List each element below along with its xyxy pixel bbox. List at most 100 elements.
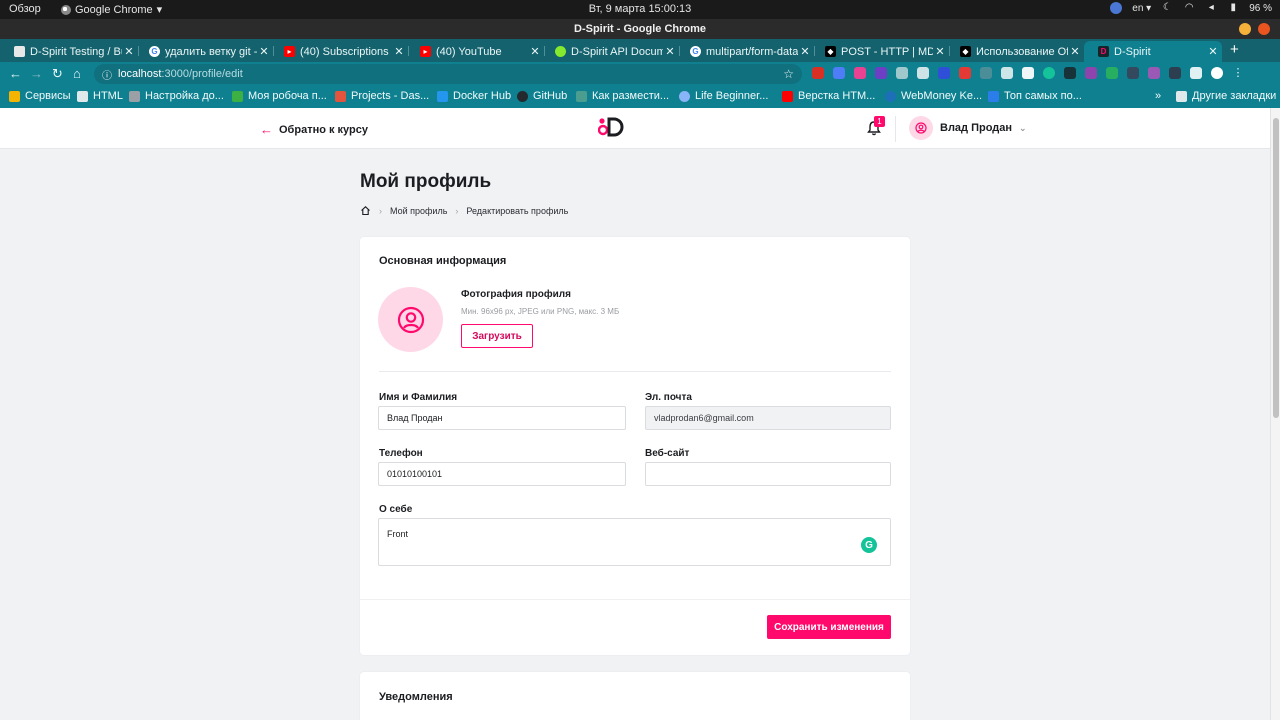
- user-menu[interactable]: Влад Продан ⌄: [909, 116, 1027, 140]
- browser-tab[interactable]: D-Spirit API Docume ✕: [541, 41, 679, 62]
- bookmark-item[interactable]: Верстка HTM...: [782, 90, 875, 102]
- bookmark-item[interactable]: WebMoney Ke...: [885, 90, 982, 102]
- bookmarks-overflow[interactable]: »: [1155, 90, 1161, 102]
- notifications-button[interactable]: 1: [867, 116, 885, 136]
- browser-tab[interactable]: G удалить ветку git - Г ✕: [135, 41, 273, 62]
- email-field[interactable]: vladprodan6@gmail.com: [645, 406, 891, 430]
- extension-icon[interactable]: [959, 67, 971, 79]
- back-to-course-link[interactable]: ← Обратно к курсу: [260, 122, 368, 137]
- browser-tab-active[interactable]: D D-Spirit ✕: [1084, 41, 1222, 62]
- name-label: Имя и Фамилия: [379, 392, 458, 403]
- extension-icon[interactable]: [938, 67, 950, 79]
- back-to-course-label: Обратно к курсу: [279, 123, 368, 136]
- close-tab-icon[interactable]: ✕: [257, 45, 271, 58]
- adblock-icon[interactable]: [812, 67, 824, 79]
- close-tab-icon[interactable]: ✕: [1206, 45, 1220, 58]
- volume-icon[interactable]: ◂: [1205, 2, 1217, 14]
- tab-title: удалить ветку git - Г: [165, 45, 257, 58]
- email-value: vladprodan6@gmail.com: [654, 413, 754, 423]
- bookmark-item[interactable]: Топ самых по...: [988, 90, 1082, 102]
- battery-level: 96 %: [1249, 2, 1272, 14]
- wifi-icon[interactable]: ◠: [1183, 2, 1195, 14]
- puzzle-icon[interactable]: [1190, 67, 1202, 79]
- close-tab-icon[interactable]: ✕: [798, 45, 812, 58]
- home-icon[interactable]: [360, 205, 371, 216]
- browser-tab[interactable]: ▸ (40) Subscriptions - ✕: [270, 41, 408, 62]
- close-tab-icon[interactable]: ✕: [392, 45, 406, 58]
- bookmark-item[interactable]: Настройка до...: [129, 90, 224, 102]
- back-arrow-icon[interactable]: ←: [9, 66, 22, 81]
- site-header: ← Обратно к курсу 1 Влад Продан ⌄: [0, 108, 1270, 149]
- browser-tab[interactable]: ◆ Использование Of ✕: [946, 41, 1084, 62]
- breadcrumb-profile-link[interactable]: Мой профиль: [390, 206, 447, 216]
- close-window-button[interactable]: [1258, 23, 1270, 35]
- bookmark-item[interactable]: Сервисы: [9, 90, 71, 102]
- extension-icon[interactable]: [980, 67, 992, 79]
- extension-icon[interactable]: [875, 67, 887, 79]
- home-icon[interactable]: ⌂: [73, 66, 81, 81]
- bookmark-item[interactable]: Как размести...: [576, 90, 669, 102]
- system-clock[interactable]: Вт, 9 марта 15:00:13: [0, 3, 1280, 15]
- minimize-button[interactable]: [1239, 23, 1251, 35]
- night-mode-icon[interactable]: ☾: [1161, 2, 1173, 14]
- extension-icon[interactable]: [1064, 67, 1076, 79]
- reload-icon[interactable]: ↻: [52, 66, 63, 82]
- close-tab-icon[interactable]: ✕: [1068, 45, 1082, 58]
- save-changes-button[interactable]: Сохранить изменения: [767, 615, 891, 639]
- name-field[interactable]: Влад Продан: [378, 406, 626, 430]
- extension-icon[interactable]: [1148, 67, 1160, 79]
- new-tab-button[interactable]: +: [1230, 41, 1239, 58]
- browser-tab[interactable]: ▸ (40) YouTube ✕: [406, 41, 544, 62]
- grammarly-icon[interactable]: G: [861, 537, 877, 553]
- close-tab-icon[interactable]: ✕: [122, 45, 136, 58]
- extension-icon[interactable]: [854, 67, 866, 79]
- bookmark-item[interactable]: GitHub: [517, 90, 567, 102]
- other-bookmarks[interactable]: Другие закладки: [1176, 90, 1276, 102]
- about-textarea[interactable]: Front G: [378, 518, 891, 566]
- phone-field[interactable]: 01010100101: [378, 462, 626, 486]
- bookmark-item[interactable]: Docker Hub: [437, 90, 511, 102]
- upload-photo-button[interactable]: Загрузить: [461, 324, 533, 348]
- extension-icon[interactable]: [1106, 67, 1118, 79]
- grammarly-icon[interactable]: [1043, 67, 1055, 79]
- close-tab-icon[interactable]: ✕: [528, 45, 542, 58]
- apps-grid-icon: [9, 90, 20, 102]
- mdn-icon: ◆: [825, 46, 836, 57]
- close-tab-icon[interactable]: ✕: [933, 45, 947, 58]
- scrollbar-thumb[interactable]: [1273, 118, 1279, 418]
- extension-icon[interactable]: [1001, 67, 1013, 79]
- photo-label: Фотография профиля: [461, 289, 571, 300]
- extension-icon[interactable]: [896, 67, 908, 79]
- extension-icon[interactable]: [917, 67, 929, 79]
- extension-icon[interactable]: [1169, 67, 1181, 79]
- github-icon: [517, 90, 528, 102]
- close-tab-icon[interactable]: ✕: [663, 45, 677, 58]
- bookmark-item[interactable]: Projects - Das...: [335, 90, 429, 102]
- gitlab-icon: [335, 90, 346, 102]
- website-field[interactable]: [645, 462, 891, 486]
- bookmark-item[interactable]: Моя робоча п...: [232, 90, 327, 102]
- bookmark-item[interactable]: Life Beginner...: [679, 90, 768, 102]
- bookmark-star-icon[interactable]: ☆: [783, 67, 794, 81]
- extension-icon[interactable]: [833, 67, 845, 79]
- menu-dots-icon[interactable]: ⋮: [1232, 67, 1244, 79]
- address-bar[interactable]: ⓘ localhost:3000/profile/edit ☆: [94, 64, 802, 84]
- profile-avatar-icon[interactable]: [1211, 67, 1223, 79]
- extension-icon[interactable]: [1127, 67, 1139, 79]
- browser-tab[interactable]: G multipart/form-data ✕: [676, 41, 814, 62]
- forward-arrow-icon[interactable]: →: [30, 66, 43, 81]
- bookmark-item[interactable]: HTML: [77, 90, 123, 102]
- notification-app-icon[interactable]: [1110, 2, 1123, 14]
- browser-tab[interactable]: ◆ POST - HTTP | MDN ✕: [811, 41, 949, 62]
- header-divider: [895, 116, 896, 142]
- dspirit-logo[interactable]: [598, 117, 624, 137]
- os-top-bar: Обзор Google Chrome ▾ Вт, 9 марта 15:00:…: [0, 0, 1280, 19]
- extension-icon[interactable]: [1022, 67, 1034, 79]
- browser-tab[interactable]: D-Spirit Testing / Bu ✕: [0, 41, 138, 62]
- page-scrollbar[interactable]: [1270, 108, 1280, 720]
- info-icon[interactable]: ⓘ: [102, 67, 112, 82]
- language-indicator[interactable]: en ▾: [1132, 3, 1151, 14]
- extension-icon[interactable]: [1085, 67, 1097, 79]
- battery-icon[interactable]: ▮: [1227, 2, 1239, 14]
- bookmark-icon: [129, 90, 140, 102]
